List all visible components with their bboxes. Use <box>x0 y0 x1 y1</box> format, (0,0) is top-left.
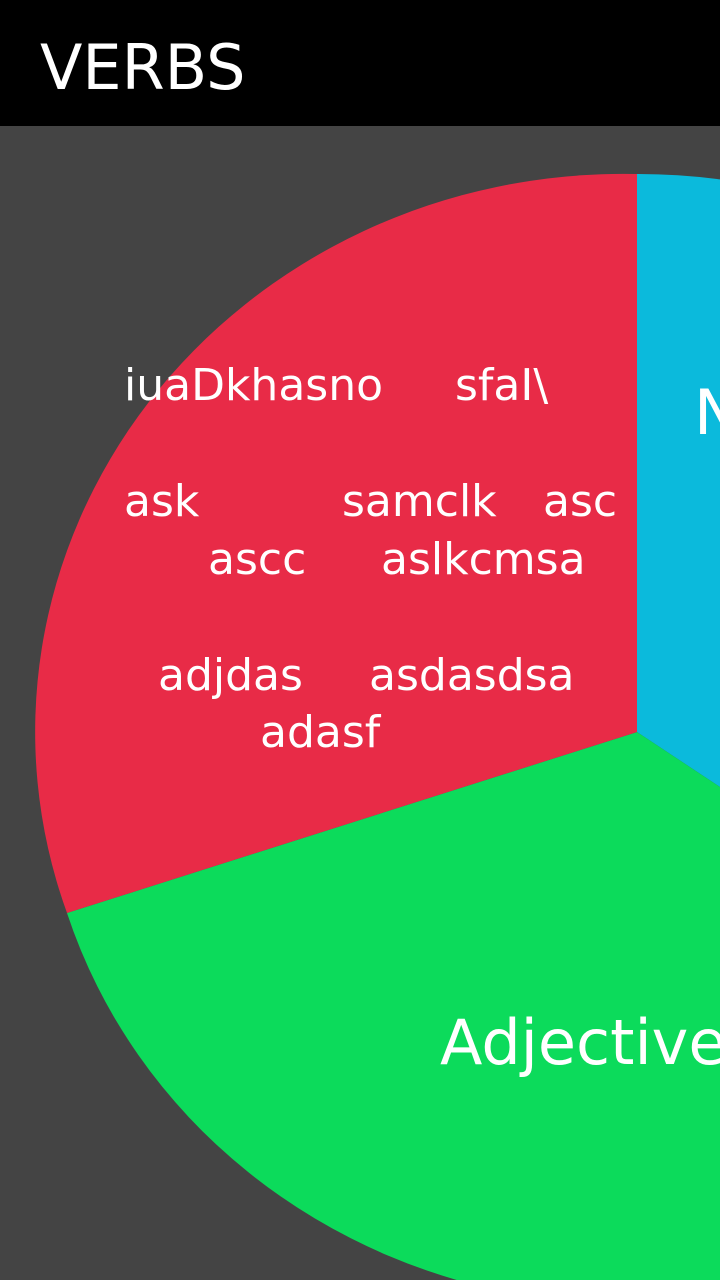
segment-label-nouns: Nouns <box>694 376 720 449</box>
word-chip[interactable]: ascc <box>208 534 306 585</box>
word-chip[interactable]: asdasdsa <box>369 650 575 701</box>
segment-label-adjectives: Adjectives <box>440 1006 720 1079</box>
page-title: VERBS <box>40 31 246 104</box>
word-chip[interactable]: sfaI\ <box>455 360 548 411</box>
word-chip[interactable]: iuaDkhasno <box>124 360 383 411</box>
word-chip[interactable]: samclk <box>342 476 497 527</box>
app-header: VERBS <box>0 0 720 126</box>
word-chip[interactable]: adasf <box>260 707 382 758</box>
word-chip[interactable]: ask <box>124 476 200 527</box>
category-wheel[interactable]: Nouns Adjectives iuaDkhasno sfaI\ ask sa… <box>0 126 720 1280</box>
word-chip[interactable]: adjdas <box>158 650 303 701</box>
word-chip[interactable]: asc <box>543 476 617 527</box>
word-chip[interactable]: aslkcmsa <box>381 534 586 585</box>
